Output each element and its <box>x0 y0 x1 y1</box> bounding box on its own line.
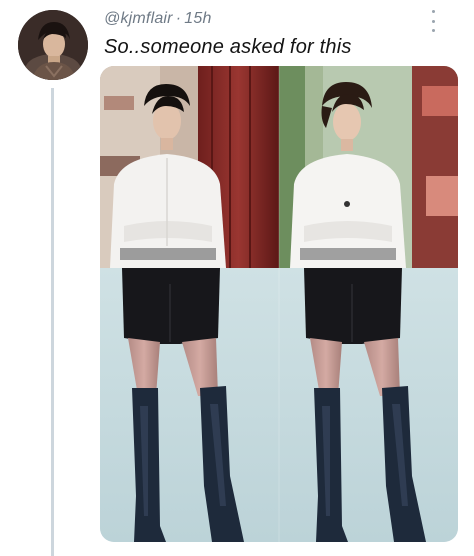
tweet-media[interactable] <box>100 66 458 542</box>
panel-bottom-left <box>100 268 279 542</box>
thread-line <box>51 88 54 556</box>
panel-top-right <box>279 66 458 268</box>
user-handle[interactable]: @kjmflair <box>104 10 173 27</box>
timestamp[interactable]: 15h <box>184 10 211 27</box>
panel-bottom-right <box>279 268 458 542</box>
avatar[interactable] <box>18 10 88 80</box>
panel-top-left <box>100 66 279 268</box>
tweet-container: @kjmflair · 15h So..someone asked for this <box>0 0 474 556</box>
avatar-image <box>18 10 88 80</box>
media-collage <box>100 66 458 542</box>
separator-dot: · <box>175 10 182 27</box>
more-vertical-icon[interactable] <box>426 10 440 32</box>
tweet-header: @kjmflair · 15h <box>104 10 212 28</box>
tweet-text: So..someone asked for this <box>104 36 352 58</box>
